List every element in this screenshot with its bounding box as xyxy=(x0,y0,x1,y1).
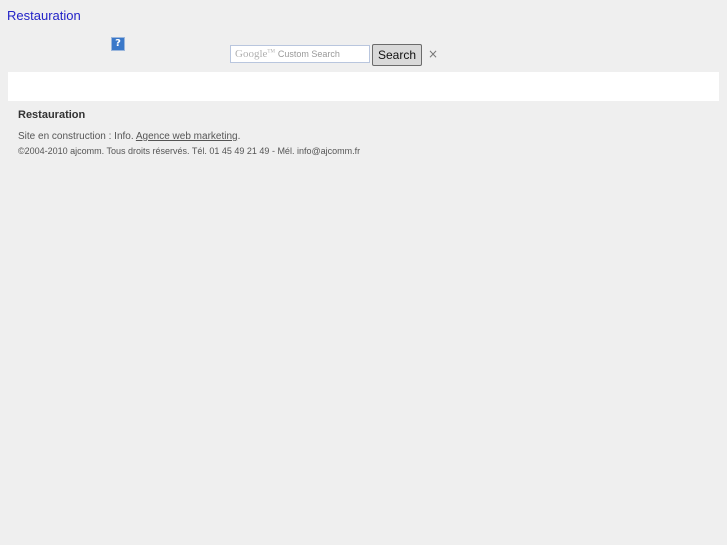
footer-info-prefix: Site en construction : Info. xyxy=(18,131,136,142)
footer-info: Site en construction : Info. Agence web … xyxy=(18,131,240,142)
help-icon[interactable]: ? xyxy=(111,37,125,51)
content-band xyxy=(8,72,719,101)
google-logo-icon: GoogleTM xyxy=(235,48,275,60)
footer-title: Restauration xyxy=(18,109,86,121)
site-title-link[interactable]: Restauration xyxy=(7,8,81,23)
search-button[interactable]: Search xyxy=(372,44,422,66)
search-input[interactable]: GoogleTM Custom Search xyxy=(230,45,370,63)
agency-link[interactable]: Agence web marketing xyxy=(136,131,238,142)
footer-info-suffix: . xyxy=(237,131,241,142)
footer-copyright: ©2004-2010 ajcomm. Tous droits réservés.… xyxy=(18,146,361,156)
clear-search-icon[interactable]: × xyxy=(428,47,438,61)
search-placeholder: Custom Search xyxy=(277,49,340,59)
